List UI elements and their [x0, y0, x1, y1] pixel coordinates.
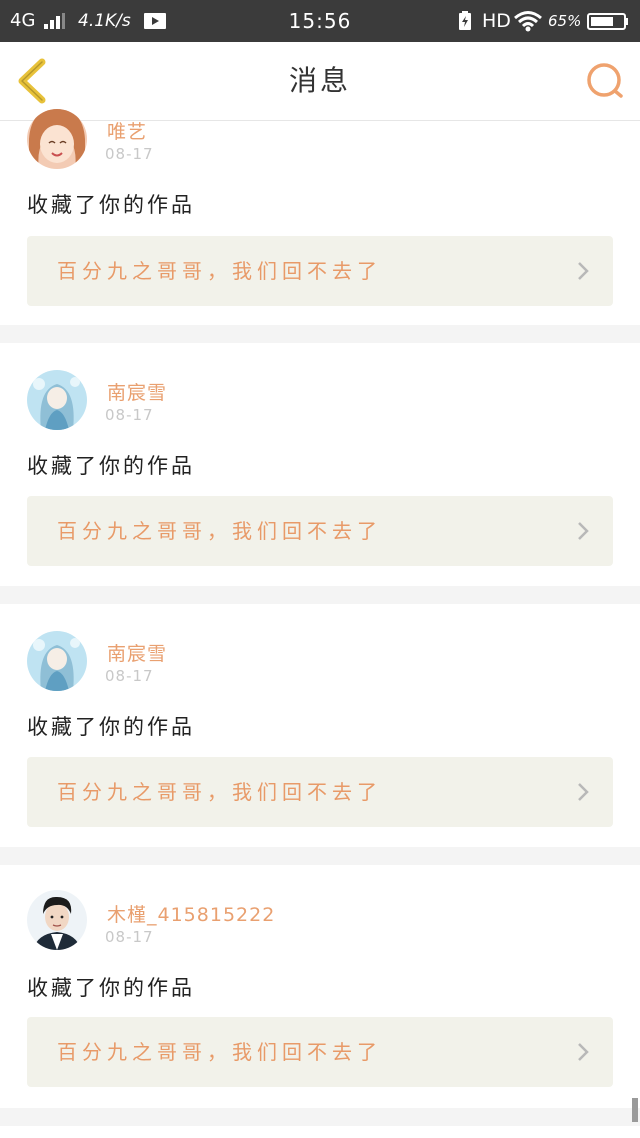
action-text: 收藏了你的作品: [27, 976, 195, 1000]
status-bar: 4G 4.1K/s 15:56 HD 65%: [0, 0, 640, 42]
work-link[interactable]: 百分九之哥哥，我们回不去了: [27, 496, 613, 566]
user-name[interactable]: 木槿_415815222: [107, 900, 275, 927]
action-text: 收藏了你的作品: [27, 454, 195, 478]
action-text: 收藏了你的作品: [27, 193, 195, 217]
work-link[interactable]: 百分九之哥哥，我们回不去了: [27, 1017, 613, 1087]
work-title: 百分九之哥哥，我们回不去了: [57, 1040, 382, 1064]
chevron-right-icon: [578, 262, 589, 280]
battery-icon: [587, 13, 628, 30]
avatar[interactable]: [27, 890, 87, 950]
work-title: 百分九之哥哥，我们回不去了: [57, 519, 382, 543]
list-item: 唯艺 08-17 收藏了你的作品 百分九之哥哥，我们回不去了: [0, 109, 640, 325]
action-text: 收藏了你的作品: [27, 715, 195, 739]
avatar-image: [27, 370, 87, 430]
user-name[interactable]: 南宸雪: [107, 639, 167, 666]
divider: [0, 1108, 640, 1126]
avatar[interactable]: [27, 370, 87, 430]
message-date: 08-17: [105, 667, 154, 685]
user-name[interactable]: 南宸雪: [107, 378, 167, 405]
clock: 15:56: [288, 9, 352, 33]
message-date: 08-17: [105, 406, 154, 424]
divider: [0, 847, 640, 865]
scrollbar[interactable]: [632, 1098, 638, 1122]
avatar[interactable]: [27, 109, 87, 169]
battery-saver-icon: [459, 11, 471, 30]
message-date: 08-17: [105, 145, 154, 163]
app-header: 消息: [0, 42, 640, 121]
avatar-image: [27, 890, 87, 950]
user-name[interactable]: 唯艺: [107, 117, 147, 144]
work-link[interactable]: 百分九之哥哥，我们回不去了: [27, 757, 613, 827]
divider: [0, 325, 640, 343]
search-icon[interactable]: [584, 60, 626, 102]
work-title: 百分九之哥哥，我们回不去了: [57, 780, 382, 804]
chevron-right-icon: [578, 522, 589, 540]
list-item: 木槿_415815222 08-17 收藏了你的作品 百分九之哥哥，我们回不去了: [0, 865, 640, 1108]
chevron-right-icon: [578, 1043, 589, 1061]
chevron-right-icon: [578, 783, 589, 801]
page-title: 消息: [288, 64, 351, 97]
avatar-image: [27, 109, 87, 169]
divider: [0, 586, 640, 604]
hd-indicator: HD: [482, 10, 511, 32]
work-title: 百分九之哥哥，我们回不去了: [57, 259, 382, 283]
avatar[interactable]: [27, 631, 87, 691]
battery-percent: 65%: [548, 12, 582, 30]
wifi-icon: [514, 11, 542, 32]
avatar-image: [27, 631, 87, 691]
work-link[interactable]: 百分九之哥哥，我们回不去了: [27, 236, 613, 306]
message-date: 08-17: [105, 928, 154, 946]
list-item: 南宸雪 08-17 收藏了你的作品 百分九之哥哥，我们回不去了: [0, 343, 640, 586]
list-item: 南宸雪 08-17 收藏了你的作品 百分九之哥哥，我们回不去了: [0, 604, 640, 847]
